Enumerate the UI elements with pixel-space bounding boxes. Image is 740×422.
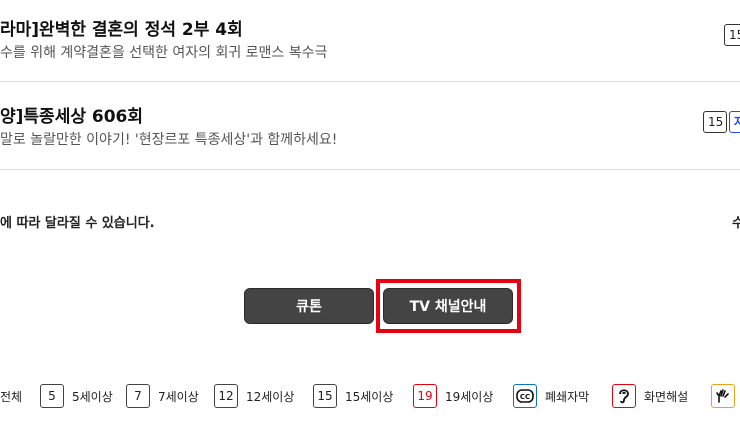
rating-5-icon: 5 [40, 384, 64, 408]
rating-badge: 15 [703, 111, 727, 133]
rating-legend: 전체 5 5세이상 7 7세이상 12 12세이상 15 15세이상 19 19… [0, 382, 740, 410]
rating-badge-adult: 자 [729, 111, 740, 133]
rating-badge: 15 [724, 24, 740, 46]
legend-item-cc: CC 폐쇄자막 [513, 382, 589, 410]
legend-label: 전체 [0, 389, 23, 404]
legend-label: 폐쇄자막 [545, 389, 590, 404]
cc-icon: CC [513, 384, 537, 408]
legend-label: 19세이상 [445, 389, 494, 404]
legend-label: 12세이상 [246, 389, 295, 404]
legend-item-19: 19 19세이상 [413, 382, 493, 410]
program-description: 말로 놀랄만한 이야기! '현장르포 특종세상'과 함께하세요! [0, 132, 338, 148]
legend-label: 5세이상 [72, 389, 113, 404]
program-title[interactable]: 양]특종세상 606회 [0, 102, 143, 127]
rating-19-icon: 19 [413, 384, 437, 408]
cuton-button[interactable]: 큐톤 [244, 288, 374, 324]
program-description: 수를 위해 계약결혼을 선택한 여자의 회귀 로맨스 복수극 [0, 45, 328, 61]
rating-15-icon: 15 [313, 384, 337, 408]
legend-item-audio-description: 화면해설 [612, 382, 688, 410]
program-title[interactable]: 라마]완벽한 결혼의 정석 2부 4회 [0, 15, 243, 40]
highlight-box [376, 279, 521, 333]
notice-right-text: 수 [732, 216, 740, 231]
ear-icon [612, 384, 636, 408]
legend-item-all: 전체 [0, 382, 22, 410]
legend-item-15: 15 15세이상 [313, 382, 393, 410]
divider [0, 81, 740, 82]
legend-item-sign-language [711, 382, 740, 410]
rating-12-icon: 12 [214, 384, 238, 408]
legend-label: 7세이상 [158, 389, 199, 404]
sign-language-icon [711, 384, 735, 408]
legend-label: 15세이상 [345, 389, 394, 404]
legend-item-7: 7 7세이상 [126, 382, 199, 410]
legend-item-5: 5 5세이상 [40, 382, 113, 410]
legend-label: 화면해설 [644, 389, 689, 404]
rating-7-icon: 7 [126, 384, 150, 408]
svg-text:CC: CC [520, 393, 530, 401]
divider [0, 169, 740, 170]
schedule-notice: 에 따라 달라질 수 있습니다. [0, 216, 155, 231]
legend-item-12: 12 12세이상 [214, 382, 294, 410]
